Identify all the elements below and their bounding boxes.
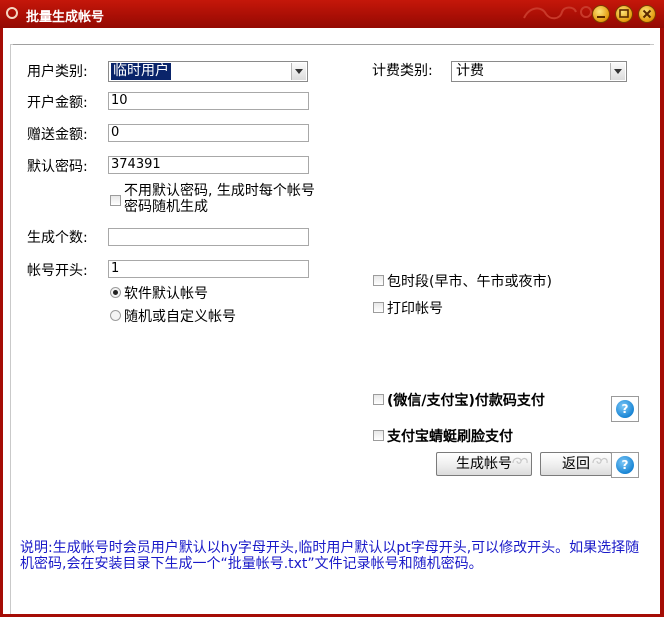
random-account-radio[interactable] — [110, 310, 121, 321]
open-amount-input[interactable]: 10 — [108, 92, 309, 110]
swirl-ornament-icon — [512, 457, 528, 464]
help-icon: ? — [616, 456, 634, 474]
qr-pay-checkbox[interactable] — [373, 394, 384, 405]
billing-type-value: 计费 — [456, 63, 484, 79]
prefix-input[interactable]: 1 — [108, 260, 309, 278]
generate-help-button[interactable]: ? — [611, 452, 639, 478]
open-amount-label: 开户金额: — [27, 95, 88, 111]
generate-button[interactable]: 生成帐号 — [436, 452, 532, 476]
content-frame — [10, 44, 654, 614]
app-logo-icon — [6, 7, 18, 19]
period-checkbox[interactable] — [373, 275, 384, 286]
window-title: 批量生成帐号 — [26, 10, 105, 25]
random-account-radio-label[interactable]: 随机或自定义帐号 — [124, 306, 236, 326]
back-button-label: 返回 — [562, 456, 590, 472]
cloud-ornament-icon — [523, 6, 592, 20]
face-pay-checkbox-label[interactable]: 支付宝蜻蜓刷脸支付 — [387, 426, 513, 446]
random-password-label-line2: 密码随机生成 — [124, 199, 208, 215]
top-separator — [13, 44, 650, 46]
chevron-down-icon[interactable] — [291, 63, 306, 80]
count-input[interactable] — [108, 228, 309, 246]
prefix-label: 帐号开头: — [27, 263, 88, 279]
default-account-radio-label[interactable]: 软件默认帐号 — [124, 283, 208, 303]
user-type-select[interactable]: 临时用户 — [108, 61, 308, 82]
minimize-button[interactable] — [592, 5, 610, 23]
print-checkbox-label[interactable]: 打印帐号 — [387, 298, 443, 318]
instructions-note: 说明:生成帐号时会员用户默认以hy字母开头,临时用户默认以pt字母开头,可以修改… — [20, 540, 640, 572]
maximize-button[interactable] — [615, 5, 633, 23]
face-pay-checkbox[interactable] — [373, 430, 384, 441]
gift-amount-label: 赠送金额: — [27, 127, 88, 143]
close-button[interactable] — [638, 5, 656, 23]
print-checkbox[interactable] — [373, 302, 384, 313]
qr-pay-checkbox-label[interactable]: (微信/支付宝)付款码支付 — [387, 390, 545, 410]
billing-type-label: 计费类别: — [372, 63, 433, 79]
back-button[interactable]: 返回 — [540, 452, 612, 476]
default-password-input[interactable]: 374391 — [108, 156, 309, 174]
qr-pay-help-button[interactable]: ? — [611, 396, 639, 422]
title-bar[interactable]: 批量生成帐号 — [0, 0, 664, 28]
swirl-ornament-icon — [592, 457, 608, 464]
billing-type-select[interactable]: 计费 — [451, 61, 627, 82]
period-checkbox-label[interactable]: 包时段(早市、午市或夜市) — [387, 271, 552, 291]
random-password-checkbox[interactable] — [110, 195, 121, 206]
chevron-down-icon[interactable] — [610, 63, 625, 80]
generate-button-label: 生成帐号 — [456, 456, 512, 472]
random-password-label-line1: 不用默认密码, 生成时每个帐号 — [124, 183, 315, 199]
dialog-window: 批量生成帐号 用户类别: 临时用户 开户金额: 10 赠送金额: 0 默认密码:… — [0, 0, 664, 617]
help-icon: ? — [616, 400, 634, 418]
user-type-label: 用户类别: — [27, 64, 88, 80]
default-account-radio[interactable] — [110, 287, 121, 298]
dialog-body: 用户类别: 临时用户 开户金额: 10 赠送金额: 0 默认密码: 374391… — [3, 28, 660, 614]
default-password-label: 默认密码: — [27, 159, 88, 175]
gift-amount-input[interactable]: 0 — [108, 124, 309, 142]
count-label: 生成个数: — [27, 230, 88, 246]
user-type-value: 临时用户 — [110, 62, 172, 81]
